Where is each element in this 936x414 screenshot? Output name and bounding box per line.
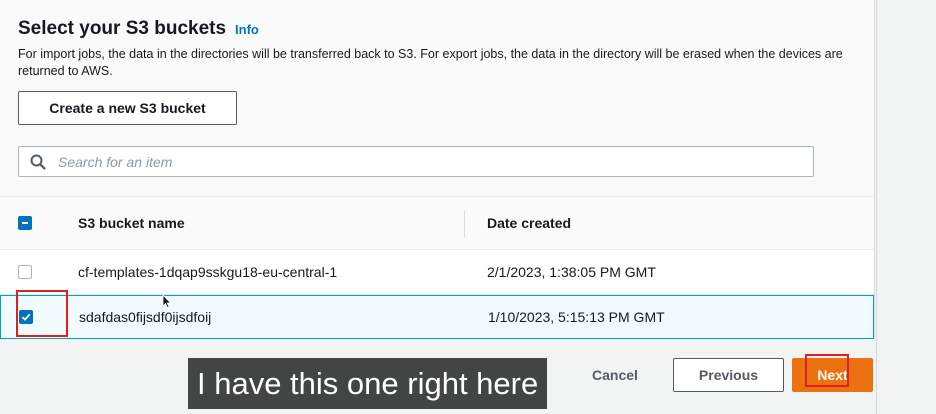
buckets-table: S3 bucket name Date created cf-templates… <box>0 196 874 339</box>
search-icon <box>30 153 48 171</box>
previous-button[interactable]: Previous <box>673 358 784 392</box>
info-link[interactable]: Info <box>235 22 259 37</box>
next-button[interactable]: Next <box>792 358 873 392</box>
section-description: For import jobs, the data in the directo… <box>18 47 843 78</box>
section-header: Select your S3 buckets Info <box>18 18 259 40</box>
section-title: Select your S3 buckets <box>18 18 227 39</box>
row-checkbox[interactable] <box>19 310 33 324</box>
bucket-name: cf-templates-1dqap9sskgu18-eu-central-1 <box>78 264 338 280</box>
cancel-button[interactable]: Cancel <box>592 360 638 390</box>
search-input[interactable] <box>56 152 813 171</box>
bucket-date: 2/1/2023, 1:38:05 PM GMT <box>487 264 656 280</box>
table-header: S3 bucket name Date created <box>0 196 874 250</box>
bucket-date: 1/10/2023, 5:15:13 PM GMT <box>488 309 665 325</box>
table-row[interactable]: sdafdas0fijsdf0ijsdfoij 1/10/2023, 5:15:… <box>0 295 874 339</box>
s3-buckets-panel: Select your S3 buckets Info For import j… <box>0 0 875 339</box>
column-divider <box>464 211 465 237</box>
column-header-date-created[interactable]: Date created <box>487 197 571 249</box>
row-checkbox[interactable] <box>18 265 32 279</box>
mouse-cursor-icon <box>162 293 172 314</box>
video-caption: I have this one right here <box>188 358 548 409</box>
select-all-checkbox[interactable] <box>18 216 32 230</box>
bucket-name: sdafdas0fijsdf0ijsdfoij <box>79 309 212 325</box>
column-header-bucket-name[interactable]: S3 bucket name <box>78 197 185 249</box>
page-background <box>876 0 936 414</box>
search-bar[interactable] <box>18 146 814 177</box>
checkbox-checked-icon <box>21 313 31 321</box>
table-row[interactable]: cf-templates-1dqap9sskgu18-eu-central-1 … <box>0 250 874 295</box>
create-s3-bucket-button[interactable]: Create a new S3 bucket <box>18 91 237 125</box>
checkbox-indeterminate-icon <box>22 222 28 224</box>
